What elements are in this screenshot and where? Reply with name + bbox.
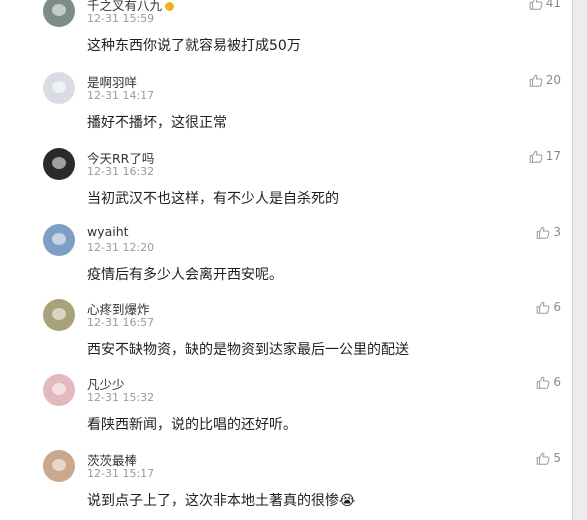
thumbs-up-icon	[529, 74, 543, 87]
avatar[interactable]	[43, 374, 75, 406]
like-count: 17	[545, 149, 561, 163]
avatar-face-icon	[52, 308, 66, 320]
thumbs-up-icon	[537, 301, 550, 314]
comment-text: 看陕西新闻，说的比唱的还好听。	[87, 417, 297, 433]
avatar[interactable]	[43, 299, 75, 331]
comment-text: 当初武汉不也这样，有不少人是自杀死的	[87, 191, 339, 207]
comment-time: 12-31 15:17	[87, 467, 155, 480]
like-count: 6	[553, 375, 561, 389]
username-text: wyaiht	[87, 224, 129, 239]
username-text: 心疼到爆炸	[87, 302, 150, 317]
avatar-face-icon	[52, 459, 66, 471]
thumbs-up-icon	[537, 452, 550, 465]
comment-text: 说到点子上了，这次非本地土著真的很惨😭	[87, 493, 356, 509]
thumbs-up-icon	[529, 150, 543, 163]
like-button[interactable]: 20	[529, 73, 561, 87]
like-button[interactable]: 6	[536, 300, 561, 314]
right-edge-scrollbar	[572, 0, 587, 520]
comment-text: 这种东西你说了就容易被打成50万	[87, 38, 301, 54]
avatar[interactable]	[43, 224, 75, 256]
like-button[interactable]: 5	[536, 451, 561, 465]
like-count: 6	[553, 300, 561, 314]
like-button[interactable]: 17	[529, 149, 561, 163]
avatar[interactable]	[43, 0, 75, 27]
avatar-face-icon	[52, 81, 66, 93]
username-text: 茨茨最棒	[87, 453, 138, 468]
username-text: 今天RR了吗	[87, 151, 155, 166]
avatar[interactable]	[43, 148, 75, 180]
avatar-face-icon	[52, 383, 66, 395]
avatar[interactable]	[43, 72, 75, 104]
username[interactable]: wyaiht	[87, 224, 129, 239]
thumbs-up-icon	[537, 376, 550, 389]
avatar-face-icon	[52, 233, 66, 245]
like-button[interactable]: 41	[529, 0, 561, 10]
comment-time: 12-31 16:57	[87, 316, 155, 329]
comment-time: 12-31 16:32	[87, 165, 155, 178]
like-button[interactable]: 3	[536, 225, 561, 239]
like-count: 5	[553, 451, 561, 465]
comment-time: 12-31 14:17	[87, 89, 155, 102]
thumbs-up-icon	[537, 226, 550, 239]
avatar-face-icon	[52, 4, 66, 16]
like-count: 20	[545, 73, 561, 87]
like-button[interactable]: 6	[536, 375, 561, 389]
comment-time: 12-31 12:20	[87, 241, 155, 254]
vip-badge-icon	[165, 2, 175, 11]
comment-time: 12-31 15:59	[87, 12, 155, 25]
avatar[interactable]	[43, 450, 75, 482]
comment-text: 播好不播坏，这很正常	[87, 115, 227, 131]
comment-text: 疫情后有多少人会离开西安呢。	[87, 267, 283, 283]
comment-text: 西安不缺物资，缺的是物资到达家最后一公里的配送	[87, 342, 409, 358]
like-count: 3	[553, 225, 561, 239]
comment-time: 12-31 15:32	[87, 391, 155, 404]
thumbs-up-icon	[529, 0, 543, 10]
like-count: 41	[545, 0, 561, 10]
username-text: 是啊羽咩	[87, 75, 138, 90]
avatar-face-icon	[52, 157, 66, 169]
username-text: 凡少少	[87, 377, 125, 392]
